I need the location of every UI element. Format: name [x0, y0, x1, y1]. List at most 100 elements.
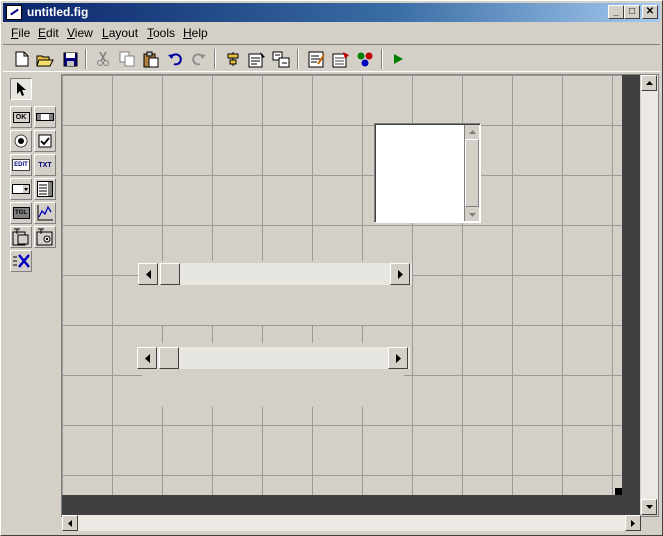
- frame-icon: [12, 228, 29, 246]
- open-file-button[interactable]: [35, 49, 55, 69]
- close-button[interactable]: ✕: [642, 5, 658, 19]
- menu-editor-button[interactable]: [247, 49, 267, 69]
- copy-icon: [119, 51, 135, 67]
- undo-icon: [168, 53, 182, 66]
- copy-button[interactable]: [117, 49, 137, 69]
- listbox-component[interactable]: [374, 123, 481, 223]
- listbox-scroll-up-button[interactable]: [465, 125, 479, 138]
- right-arrow-icon: [397, 269, 403, 279]
- button-group-icon: [36, 228, 53, 246]
- run-figure-button[interactable]: [388, 49, 408, 69]
- minimize-icon: _: [613, 6, 619, 17]
- scroll-left-button[interactable]: [62, 515, 78, 531]
- menu-editor-icon: [248, 51, 265, 67]
- object-browser-button[interactable]: [355, 49, 375, 69]
- maximize-button[interactable]: □: [624, 5, 640, 19]
- save-icon: [63, 52, 77, 66]
- select-tool[interactable]: [10, 78, 32, 100]
- align-icon: [227, 52, 239, 66]
- menu-bar: File Edit View Layout Tools Help: [3, 24, 660, 42]
- right-arrow-icon: [395, 353, 401, 363]
- cut-button[interactable]: [93, 49, 113, 69]
- horizontal-scrollbar[interactable]: [62, 515, 641, 531]
- save-figure-button[interactable]: [60, 49, 80, 69]
- menu-tools[interactable]: Tools: [147, 26, 175, 40]
- mfile-editor-button[interactable]: [307, 49, 327, 69]
- redo-icon: [192, 53, 206, 66]
- layout-canvas[interactable]: [62, 75, 622, 495]
- undo-button[interactable]: [165, 49, 185, 69]
- menu-help[interactable]: Help: [183, 26, 208, 40]
- property-inspector-button[interactable]: [331, 49, 351, 69]
- listbox-icon: [37, 181, 53, 197]
- listbox-scroll-down-button[interactable]: [465, 208, 479, 221]
- redo-button[interactable]: [189, 49, 209, 69]
- menu-edit[interactable]: Edit: [38, 26, 59, 40]
- check-box-tool[interactable]: [34, 130, 56, 152]
- toolbar-separator: [214, 49, 216, 69]
- slider-tool[interactable]: [34, 106, 56, 128]
- activex-icon: [13, 254, 30, 268]
- menu-file[interactable]: File: [11, 26, 30, 40]
- right-arrow-icon: [631, 519, 635, 527]
- listbox-tool[interactable]: [34, 178, 56, 200]
- up-arrow-icon: [645, 81, 653, 85]
- static-text-icon: TXT: [38, 161, 52, 169]
- mfile-editor-icon: [308, 51, 325, 67]
- paste-icon: [143, 51, 159, 67]
- popup-menu-tool[interactable]: [10, 178, 32, 200]
- left-arrow-icon: [144, 353, 150, 363]
- radio-button-icon: [14, 134, 28, 148]
- toolbar-separator: [85, 49, 87, 69]
- resize-handle[interactable]: [615, 488, 622, 495]
- paste-button[interactable]: [141, 49, 161, 69]
- slider-1-thumb[interactable]: [160, 263, 180, 285]
- arrow-pointer-icon: [17, 82, 26, 96]
- object-browser-icon: [357, 52, 373, 66]
- scroll-up-button[interactable]: [641, 75, 657, 91]
- vertical-scrollbar[interactable]: [641, 75, 658, 515]
- frame-tool[interactable]: [10, 226, 32, 248]
- close-icon: ✕: [645, 6, 655, 17]
- activex-control-tool[interactable]: [10, 250, 32, 272]
- slider-2-thumb[interactable]: [159, 347, 179, 369]
- minimize-button[interactable]: _: [608, 5, 624, 19]
- new-figure-button[interactable]: [12, 49, 32, 69]
- title-bar[interactable]: untitled.fig _ □ ✕: [3, 3, 660, 22]
- edit-text-tool[interactable]: EDIT: [10, 154, 32, 176]
- slider-2-left-button[interactable]: [137, 347, 157, 369]
- toggle-button-tool[interactable]: TGL: [10, 202, 32, 224]
- static-text-tool[interactable]: TXT: [34, 154, 56, 176]
- menu-view[interactable]: View: [67, 26, 93, 40]
- align-objects-button[interactable]: [223, 49, 243, 69]
- slider-2-right-button[interactable]: [388, 347, 408, 369]
- fig-file-icon: [6, 5, 22, 20]
- slider-1-left-button[interactable]: [138, 263, 158, 285]
- slider-component-2[interactable]: [137, 347, 410, 369]
- slider-icon: [36, 113, 54, 121]
- figure-border-right: [622, 75, 640, 495]
- toggle-button-icon: TGL: [12, 207, 30, 219]
- left-arrow-icon: [145, 269, 151, 279]
- push-button-tool[interactable]: OK: [10, 106, 32, 128]
- scroll-right-button[interactable]: [625, 515, 641, 531]
- menu-layout[interactable]: Layout: [102, 26, 138, 40]
- radio-button-tool[interactable]: [10, 130, 32, 152]
- button-group-tool[interactable]: [34, 226, 56, 248]
- new-icon: [15, 51, 29, 67]
- slider-component-1[interactable]: [138, 263, 412, 285]
- push-button-icon: OK: [12, 111, 30, 123]
- listbox-scroll-thumb[interactable]: [465, 139, 479, 207]
- run-icon: [394, 54, 403, 64]
- listbox-scrollbar[interactable]: [464, 125, 479, 221]
- scroll-down-button[interactable]: [641, 499, 657, 515]
- maximize-icon: □: [628, 6, 636, 17]
- axes-tool[interactable]: [34, 202, 56, 224]
- component-palette: OK EDIT TXT TGL: [7, 76, 59, 276]
- down-arrow-icon: [468, 212, 476, 217]
- slider-1-right-button[interactable]: [390, 263, 410, 285]
- check-box-icon: [38, 134, 52, 148]
- tab-order-icon: [272, 51, 290, 67]
- guide-window: untitled.fig _ □ ✕ File Edit View Layout…: [0, 0, 663, 536]
- tab-order-editor-button[interactable]: [271, 49, 291, 69]
